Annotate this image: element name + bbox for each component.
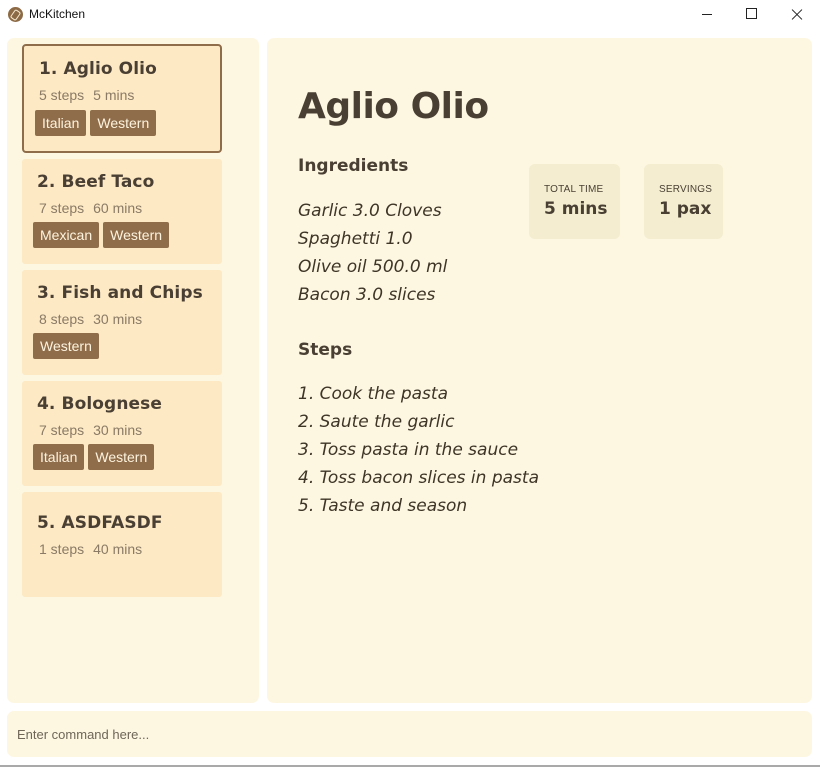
recipe-card-title: 4. Bolognese [37, 394, 162, 414]
recipe-card-title: 3. Fish and Chips [37, 283, 203, 303]
recipe-time: 40 mins [93, 541, 143, 557]
command-input[interactable] [7, 711, 812, 757]
ingredients-list: Garlic 3.0 Cloves Spaghetti 1.0 Olive oi… [298, 197, 447, 309]
recipe-card-meta: 5 steps 5 mins [39, 87, 134, 103]
recipe-card-meta: 1 steps 40 mins [39, 541, 142, 557]
ingredient-item: Spaghetti 1.0 [298, 229, 413, 249]
ingredient-item: Olive oil 500.0 ml [298, 257, 448, 277]
total-time-label: TOTAL TIME [544, 184, 604, 195]
recipe-tags: Italian Western [33, 444, 155, 470]
tag-badge: Western [103, 222, 170, 248]
recipe-steps-count: 7 steps [39, 422, 85, 438]
servings-label: SERVINGS [659, 184, 713, 195]
step-item: 2. Saute the garlic [298, 412, 455, 432]
recipe-tags: Italian Western [35, 110, 157, 136]
close-icon[interactable] [774, 0, 820, 30]
recipe-time: 30 mins [93, 311, 143, 327]
step-item: 4. Toss bacon slices in pasta [298, 468, 539, 488]
step-item: 1. Cook the pasta [298, 384, 448, 404]
ingredient-item: Garlic 3.0 Cloves [298, 201, 442, 221]
recipe-card-meta: 8 steps 30 mins [39, 311, 142, 327]
recipe-list-panel[interactable]: 1. Aglio Olio 5 steps 5 mins Italian West… [7, 38, 259, 703]
total-time-card: TOTAL TIME 5 mins [529, 164, 620, 239]
ingredient-item: Bacon 3.0 slices [298, 285, 436, 305]
app-logo-icon [8, 7, 23, 22]
recipe-detail-panel: Aglio Olio Ingredients Garlic 3.0 Cloves… [267, 38, 812, 703]
recipe-steps-count: 5 steps [39, 87, 85, 103]
tag-badge: Italian [35, 110, 87, 136]
maximize-icon[interactable] [729, 0, 775, 30]
recipe-card-title: 5. ASDFASDF [37, 513, 163, 533]
recipe-card-beef-taco[interactable]: 2. Beef Taco 7 steps 60 mins Mexican West… [22, 159, 222, 264]
recipe-tags: Mexican Western [33, 222, 170, 248]
servings-value: 1 pax [659, 199, 712, 219]
app-body: 1. Aglio Olio 5 steps 5 mins Italian West… [0, 30, 820, 765]
recipe-card-title: 2. Beef Taco [37, 172, 155, 192]
tag-badge: Western [33, 333, 99, 359]
servings-card: SERVINGS 1 pax [644, 164, 723, 239]
recipe-card-meta: 7 steps 60 mins [39, 200, 142, 216]
recipe-card-bolognese[interactable]: 4. Bolognese 7 steps 30 mins Italian West… [22, 381, 222, 486]
title-bar: McKitchen [0, 0, 820, 30]
recipe-steps-count: 1 steps [39, 541, 85, 557]
steps-list: 1. Cook the pasta 2. Saute the garlic 3.… [298, 380, 539, 520]
recipe-detail-title: Aglio Olio [298, 86, 489, 127]
recipe-steps-count: 7 steps [39, 200, 85, 216]
recipe-card-aglio-olio[interactable]: 1. Aglio Olio 5 steps 5 mins Italian West… [22, 44, 222, 153]
recipe-steps-count: 8 steps [39, 311, 85, 327]
tag-badge: Italian [33, 444, 85, 470]
tag-badge: Mexican [33, 222, 100, 248]
recipe-card-title: 1. Aglio Olio [39, 59, 157, 79]
window-title: McKitchen [29, 7, 86, 21]
step-item: 3. Toss pasta in the sauce [298, 440, 519, 460]
tag-badge: Western [88, 444, 155, 470]
minimize-icon[interactable] [683, 0, 729, 30]
recipe-card-asdfasdf[interactable]: 5. ASDFASDF 1 steps 40 mins [22, 492, 222, 597]
app-window: McKitchen 1. Aglio Olio 5 steps 5 mins It… [0, 0, 820, 767]
total-time-value: 5 mins [544, 199, 608, 219]
ingredients-heading: Ingredients [298, 156, 409, 176]
step-item: 5. Taste and season [298, 496, 468, 516]
recipe-time: 5 mins [93, 87, 135, 103]
tag-badge: Western [90, 110, 157, 136]
recipe-card-meta: 7 steps 30 mins [39, 422, 142, 438]
recipe-time: 60 mins [93, 200, 143, 216]
recipe-time: 30 mins [93, 422, 143, 438]
recipe-tags: Western [33, 333, 99, 359]
recipe-card-fish-and-chips[interactable]: 3. Fish and Chips 8 steps 30 mins Western [22, 270, 222, 375]
steps-heading: Steps [298, 340, 353, 360]
